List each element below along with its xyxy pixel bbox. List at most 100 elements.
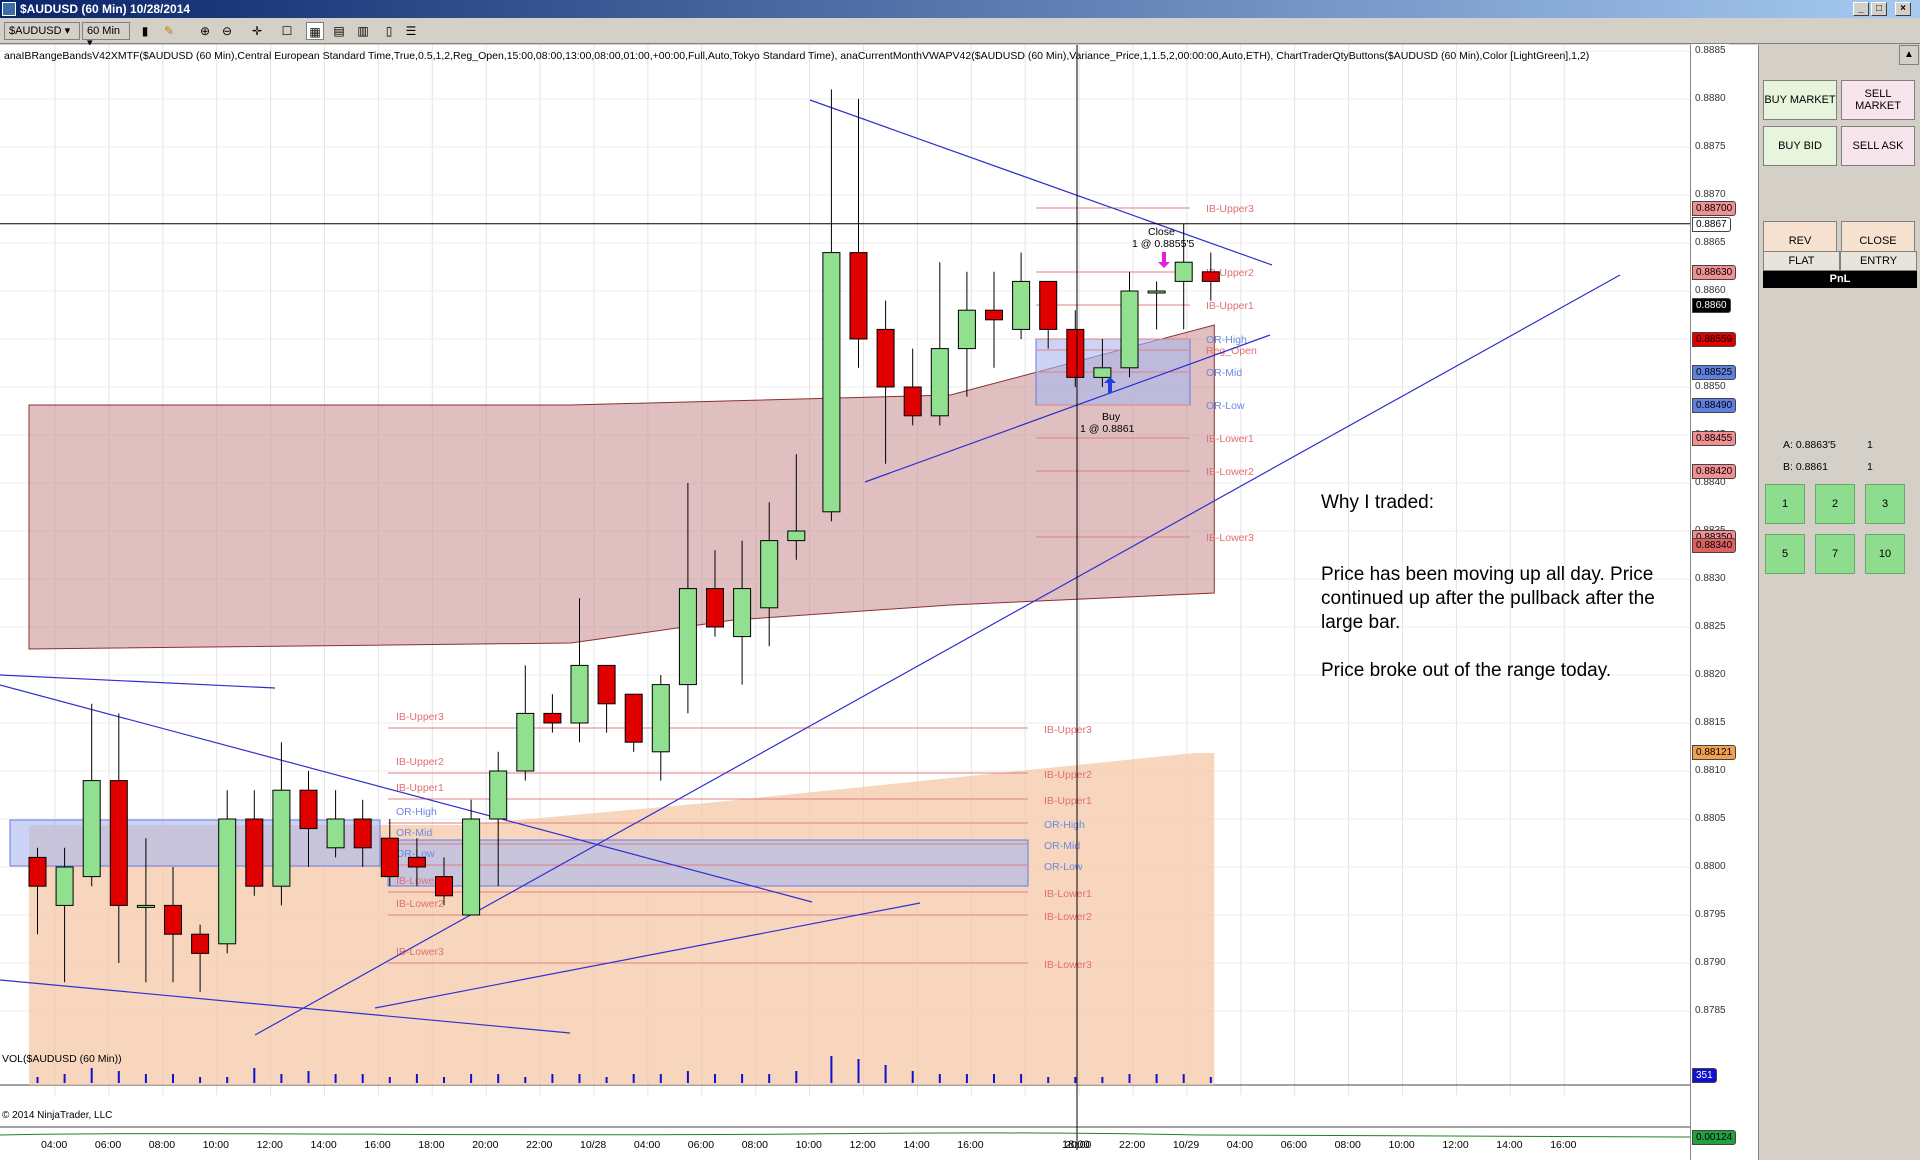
buy-order-label: Buy <box>1102 411 1121 423</box>
note-breakout: Price broke out of the range today. <box>1321 660 1612 681</box>
price-tick-label: 0.8825 <box>1692 620 1729 633</box>
candle <box>1201 271 1220 282</box>
ib-level-label: IB-Upper3 <box>1206 203 1254 215</box>
candle <box>876 328 895 388</box>
time-tick-label: 10:00 <box>203 1139 229 1151</box>
qty-button-3[interactable]: 3 <box>1865 484 1905 524</box>
price-tick-label: 0.8870 <box>1692 188 1729 201</box>
strategy-icon[interactable]: ▤ <box>330 22 348 40</box>
ask-price: A: 0.8863'5 <box>1783 439 1836 451</box>
close-window-button[interactable]: × <box>1895 2 1911 16</box>
time-tick-label: 18:00 <box>418 1139 444 1151</box>
ask-qty: 1 <box>1867 439 1873 451</box>
candle <box>903 386 922 417</box>
level-price-badge: 0.88490 <box>1692 398 1737 413</box>
bid-price: B: 0.8861 <box>1783 461 1828 473</box>
sell-market-button[interactable]: SELL MARKET <box>1841 80 1915 120</box>
time-tick-label: 04:00 <box>41 1139 67 1151</box>
zoom-out-icon[interactable]: ⊖ <box>218 22 236 40</box>
ib-level-label: IB-Lower3 <box>1206 532 1254 544</box>
candle <box>407 856 426 868</box>
time-tick-label: 08:00 <box>1335 1139 1361 1151</box>
level-price-badge: 0.88630 <box>1692 265 1737 280</box>
time-tick-label: 10/28 <box>580 1139 606 1151</box>
data-box-icon[interactable]: ▯ <box>380 22 398 40</box>
indicator-legend: anaIBRangeBandsV42XMTF($AUDUSD (60 Min),… <box>4 50 1590 62</box>
templates-icon[interactable]: ☰ <box>402 22 420 40</box>
buy-market-label: BUY MARKET <box>1764 94 1836 106</box>
period-select[interactable]: 60 Min ▾ <box>82 22 130 49</box>
candle <box>1120 290 1139 369</box>
ib-level-label: OR-High <box>396 806 437 818</box>
level-price-badge: 0.8860 <box>1692 298 1731 313</box>
ib-level-label: OR-Low <box>1206 400 1245 412</box>
instrument-select[interactable]: $AUDUSD ▾ <box>4 22 80 40</box>
qty-button-2[interactable]: 2 <box>1815 484 1855 524</box>
lower-pane-label: © 2014 NinjaTrader, LLC <box>2 1110 112 1121</box>
panel-scroll-button[interactable]: ▲ <box>1899 45 1919 65</box>
close-position-label: CLOSE <box>1859 235 1897 247</box>
price-tick-label: 0.8805 <box>1692 812 1729 825</box>
qty-button-10[interactable]: 10 <box>1865 534 1905 574</box>
time-tick-label: 22:00 <box>526 1139 552 1151</box>
instrument-label: $AUDUSD <box>9 25 62 37</box>
candle <box>570 664 589 724</box>
lower-indicator-line <box>0 1132 1691 1138</box>
buy-bid-button[interactable]: BUY BID <box>1763 126 1837 166</box>
time-tick-label: 14:00 <box>903 1139 929 1151</box>
candle <box>28 856 47 887</box>
candle <box>299 789 318 830</box>
reverse-label: REV <box>1788 235 1812 247</box>
candle <box>651 684 670 753</box>
qty-button-7[interactable]: 7 <box>1815 534 1855 574</box>
candle <box>245 818 264 887</box>
ib-level-label: OR-Mid <box>1206 367 1242 379</box>
buy-order-qty: 1 @ 0.8861 <box>1080 423 1135 435</box>
time-tick-label: 16:00 <box>1550 1139 1576 1151</box>
price-chart[interactable]: IB-Upper3 IB-Upper2 IB-Upper1 OR-High Reg_Op… <box>0 45 1695 1160</box>
indicator-icon[interactable]: ▥ <box>354 22 372 40</box>
crosshair-icon[interactable]: ✛ <box>248 22 266 40</box>
trade-note: Why I traded: Price has been moving up a… <box>1321 491 1671 707</box>
lower-indicator-badge: 0.00124 <box>1692 1130 1737 1145</box>
time-tick-label: 20:00 <box>472 1139 498 1151</box>
opening-range-box <box>387 839 1029 887</box>
buy-market-button[interactable]: BUY MARKET <box>1763 80 1837 120</box>
candle <box>191 933 210 954</box>
time-tick-label: 12:00 <box>1442 1139 1468 1151</box>
time-tick-label: 06:00 <box>95 1139 121 1151</box>
sell-ask-button[interactable]: SELL ASK <box>1841 126 1915 166</box>
bar-type-icon[interactable]: ▮ <box>136 22 154 40</box>
ib-level-label: IB-Upper1 <box>1206 300 1254 312</box>
price-tick-label: 0.8800 <box>1692 860 1729 873</box>
level-price-badge: 0.88455 <box>1692 431 1737 446</box>
price-tick-label: 0.8875 <box>1692 140 1729 153</box>
candle <box>516 712 535 772</box>
candle <box>1174 261 1193 282</box>
candle <box>109 780 128 906</box>
maximize-button[interactable]: □ <box>1871 2 1887 16</box>
price-tick-label: 0.8795 <box>1692 908 1729 921</box>
price-tick-label: 0.8880 <box>1692 92 1729 105</box>
time-tick-label: 08:00 <box>149 1139 175 1151</box>
qty-button-5[interactable]: 5 <box>1765 534 1805 574</box>
ib-level-label: IB-Lower1 <box>1206 433 1254 445</box>
level-price-badge: 0.88420 <box>1692 464 1737 479</box>
candle <box>218 818 237 945</box>
zoom-in-icon[interactable]: ⊕ <box>196 22 214 40</box>
candle <box>1093 367 1112 378</box>
price-tick-label: 0.8850 <box>1692 380 1729 393</box>
ib-level-label: IB-Lower2 <box>396 898 444 910</box>
level-price-badge: 0.88340 <box>1692 538 1737 553</box>
price-tick-label: 0.8820 <box>1692 668 1729 681</box>
qty-button-1[interactable]: 1 <box>1765 484 1805 524</box>
chart-trader-icon[interactable]: ▦ <box>306 22 324 40</box>
bid-qty: 1 <box>1867 461 1873 473</box>
properties-icon[interactable]: ☐ <box>278 22 296 40</box>
vwap-band-prev <box>29 753 1215 1085</box>
buy-bid-label: BUY BID <box>1778 140 1822 152</box>
pencil-icon[interactable]: ✎ <box>160 22 178 40</box>
minimize-button[interactable]: _ <box>1853 2 1869 16</box>
trend-line <box>0 674 276 689</box>
ib-level-label: IB-Upper3 <box>396 711 444 723</box>
